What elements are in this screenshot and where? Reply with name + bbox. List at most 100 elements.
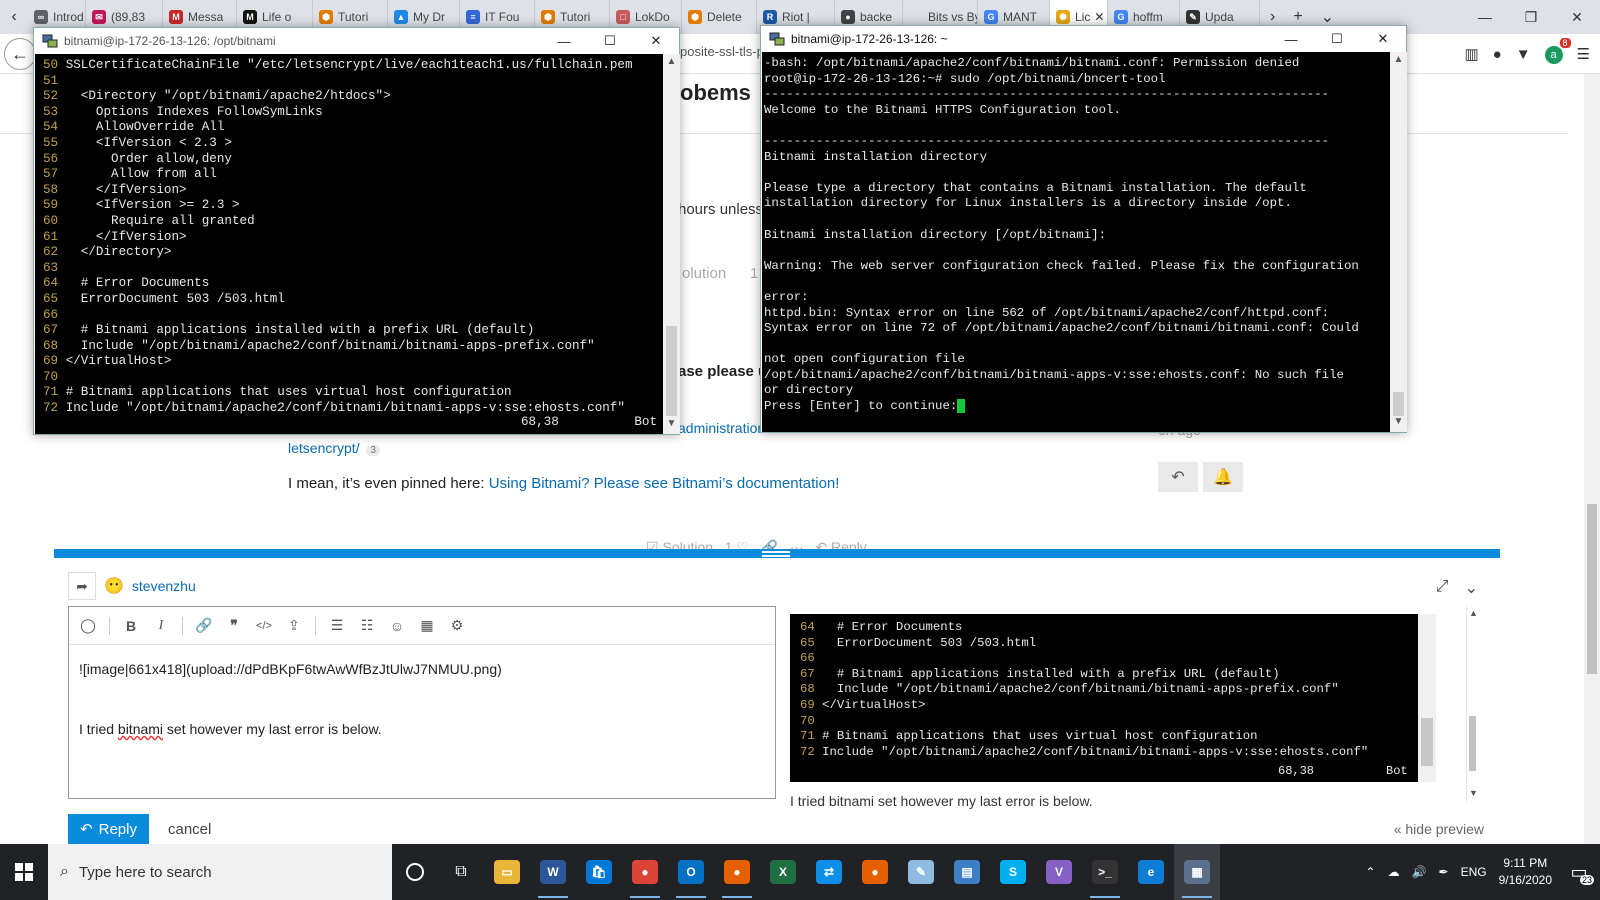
scroll-down-icon[interactable]: ▼ [663, 418, 680, 429]
pen-icon[interactable]: ✒ [1439, 865, 1449, 879]
close-icon[interactable]: ✕ [1554, 0, 1600, 34]
solution-label[interactable]: olution [682, 265, 726, 282]
excel-icon[interactable]: X [760, 844, 806, 900]
preview-scroll-down-icon[interactable]: ▼ [1469, 788, 1476, 798]
clock[interactable]: 9:11 PM 9/16/2020 [1499, 855, 1552, 889]
terminal-scroll-thumb-right[interactable] [1393, 392, 1404, 416]
numbered-list-icon[interactable]: ☷ [358, 617, 376, 634]
minimize-icon[interactable]: — [1462, 0, 1508, 34]
extension-with-badge-icon[interactable]: a 8 [1544, 37, 1571, 64]
close-icon[interactable]: ✕ [1360, 26, 1406, 52]
close-icon[interactable]: ✕ [633, 28, 679, 54]
tab-close-icon[interactable]: ✕ [1094, 10, 1104, 24]
maximize-icon[interactable]: ☐ [1314, 26, 1360, 52]
letsencrypt-link[interactable]: letsencrypt/ [288, 440, 360, 456]
tab-scroll-right-icon[interactable]: › [1270, 8, 1275, 26]
task-view-icon[interactable]: ⧉ [438, 844, 484, 900]
teamviewer-icon[interactable]: ⇄ [806, 844, 852, 900]
tray-chevron-icon[interactable]: ⌃ [1366, 865, 1376, 879]
chrome-icon[interactable]: ● [622, 844, 668, 900]
preview-scroll-thumb[interactable] [1469, 716, 1476, 771]
bold-icon[interactable]: B [122, 618, 140, 634]
editor-text-line[interactable]: I tried bitnami set however my last erro… [79, 721, 382, 737]
terminal-icon[interactable]: >_ [1082, 844, 1128, 900]
word-icon[interactable]: W [530, 844, 576, 900]
visual-studio-icon[interactable]: V [1036, 844, 1082, 900]
page-scrollbar-thumb[interactable] [1587, 504, 1597, 674]
composer-username[interactable]: stevenzhu [132, 578, 196, 594]
reading-list-icon[interactable]: ▥ [1464, 45, 1478, 63]
restore-icon[interactable]: ❐ [1508, 0, 1554, 34]
composer-resize-grip[interactable] [762, 551, 790, 557]
post-reply-icon[interactable]: ↶ [1158, 462, 1198, 492]
minimize-icon[interactable]: — [1268, 26, 1314, 52]
browser-tab[interactable]: ⬢ Delete [682, 0, 757, 34]
letsencrypt-link-row: letsencrypt/ 3 [288, 440, 381, 456]
store-icon[interactable]: 🛍 [576, 844, 622, 900]
tab-list-chevron-icon[interactable]: ⌄ [1321, 7, 1334, 27]
shield-extension-icon[interactable]: ▼ [1516, 46, 1531, 63]
browser-menu-icon[interactable]: ☰ [1577, 45, 1590, 63]
account-icon[interactable]: ● [1493, 46, 1502, 63]
language-indicator[interactable]: ENG [1461, 865, 1487, 879]
reply-action-icon[interactable]: ➦ [68, 572, 96, 600]
collapse-chevron-icon[interactable]: ⌄ [1465, 578, 1478, 598]
minimize-icon[interactable]: — [541, 28, 587, 54]
tab-favicon-icon: ● [841, 10, 855, 24]
outlook-icon[interactable]: O [668, 844, 714, 900]
windows-start-icon[interactable] [0, 844, 48, 900]
putty-window-left[interactable]: bitnami@ip-172-26-13-126: /opt/bitnami —… [33, 27, 680, 435]
skype-icon[interactable]: S [990, 844, 1036, 900]
terminal-scrollbar-right[interactable]: ▲ ▼ [1390, 52, 1407, 432]
upload-icon[interactable]: ⇪ [285, 617, 303, 634]
calendar-icon[interactable]: ▦ [418, 617, 436, 634]
file-explorer-icon[interactable]: ▭ [484, 844, 530, 900]
preview-terminal-image: 64 # Error Documents 65 ErrorDocument 503… [790, 614, 1436, 782]
terminal-scroll-thumb-left[interactable] [666, 326, 677, 416]
italic-icon[interactable]: I [152, 618, 170, 634]
notification-bell-icon[interactable]: 🔔 [1203, 462, 1243, 492]
preview-scrollbar[interactable]: ▲ ▼ [1466, 606, 1476, 802]
new-tab-icon[interactable]: + [1293, 8, 1302, 26]
cancel-link[interactable]: cancel [168, 821, 211, 838]
bitnami-docs-link[interactable]: Using Bitnami? Please see Bitnami’s docu… [489, 475, 840, 492]
scroll-up-icon[interactable]: ▲ [1390, 54, 1407, 65]
tab-scroll-left-icon[interactable]: ‹ [0, 0, 28, 34]
administration-link[interactable]: administration [678, 420, 765, 436]
firefox-icon[interactable]: ● [714, 844, 760, 900]
putty-icon[interactable]: ▦ [1174, 844, 1220, 900]
speech-bubble-icon[interactable]: ◯ [79, 617, 97, 634]
scroll-down-icon[interactable]: ▼ [1390, 416, 1407, 427]
quote-icon[interactable]: ❞ [225, 617, 243, 634]
terminal-screen-left[interactable]: 50 SSLCertificateChainFile "/etc/letsenc… [35, 54, 664, 434]
terminal-screen-right[interactable]: -bash: /opt/bitnami/apache2/conf/bitnami… [762, 52, 1391, 432]
link-icon[interactable]: 🔗 [195, 617, 213, 634]
fullscreen-icon[interactable]: ⤢ [1436, 578, 1449, 598]
edge-icon[interactable]: e [1128, 844, 1174, 900]
gear-icon[interactable]: ⚙ [448, 617, 466, 634]
preview-scroll-up-icon[interactable]: ▲ [1469, 608, 1476, 618]
terminal-scrollbar-left[interactable]: ▲ ▼ [663, 54, 680, 434]
code-icon[interactable]: </> [255, 620, 273, 632]
maximize-icon[interactable]: ☐ [587, 28, 633, 54]
url-fragment[interactable]: posite-ssl-tls-p [680, 44, 764, 59]
firefox-2-icon[interactable]: ● [852, 844, 898, 900]
cortana-icon[interactable] [392, 844, 438, 900]
emoji-icon[interactable]: ☺ [388, 618, 406, 634]
putty-window-right[interactable]: bitnami@ip-172-26-13-126: ~ — ☐ ✕ -bash:… [760, 25, 1407, 433]
scroll-up-icon[interactable]: ▲ [663, 56, 680, 67]
hide-preview-link[interactable]: « hide preview [1394, 821, 1484, 837]
notepad-icon[interactable]: ✎ [898, 844, 944, 900]
reply-button[interactable]: ↶ Reply [68, 814, 149, 844]
page-scrollbar[interactable] [1584, 74, 1600, 844]
remote-desktop-icon[interactable]: ▤ [944, 844, 990, 900]
taskbar-search[interactable]: ⌕ Type here to search [48, 844, 392, 900]
misspelled-word[interactable]: bitnami [118, 721, 163, 737]
bullet-list-icon[interactable]: ☰ [328, 617, 346, 634]
onedrive-icon[interactable]: ☁ [1388, 865, 1400, 879]
extension-badge-count: 8 [1559, 37, 1571, 48]
editor-image-markdown[interactable]: ![image|661x418](upload://dPdBKpF6twAwWf… [79, 661, 502, 677]
action-center-icon[interactable]: ▭ 23 [1564, 857, 1594, 887]
volume-icon[interactable]: 🔊 [1412, 865, 1427, 879]
back-arrow-icon[interactable]: ← [4, 38, 36, 70]
